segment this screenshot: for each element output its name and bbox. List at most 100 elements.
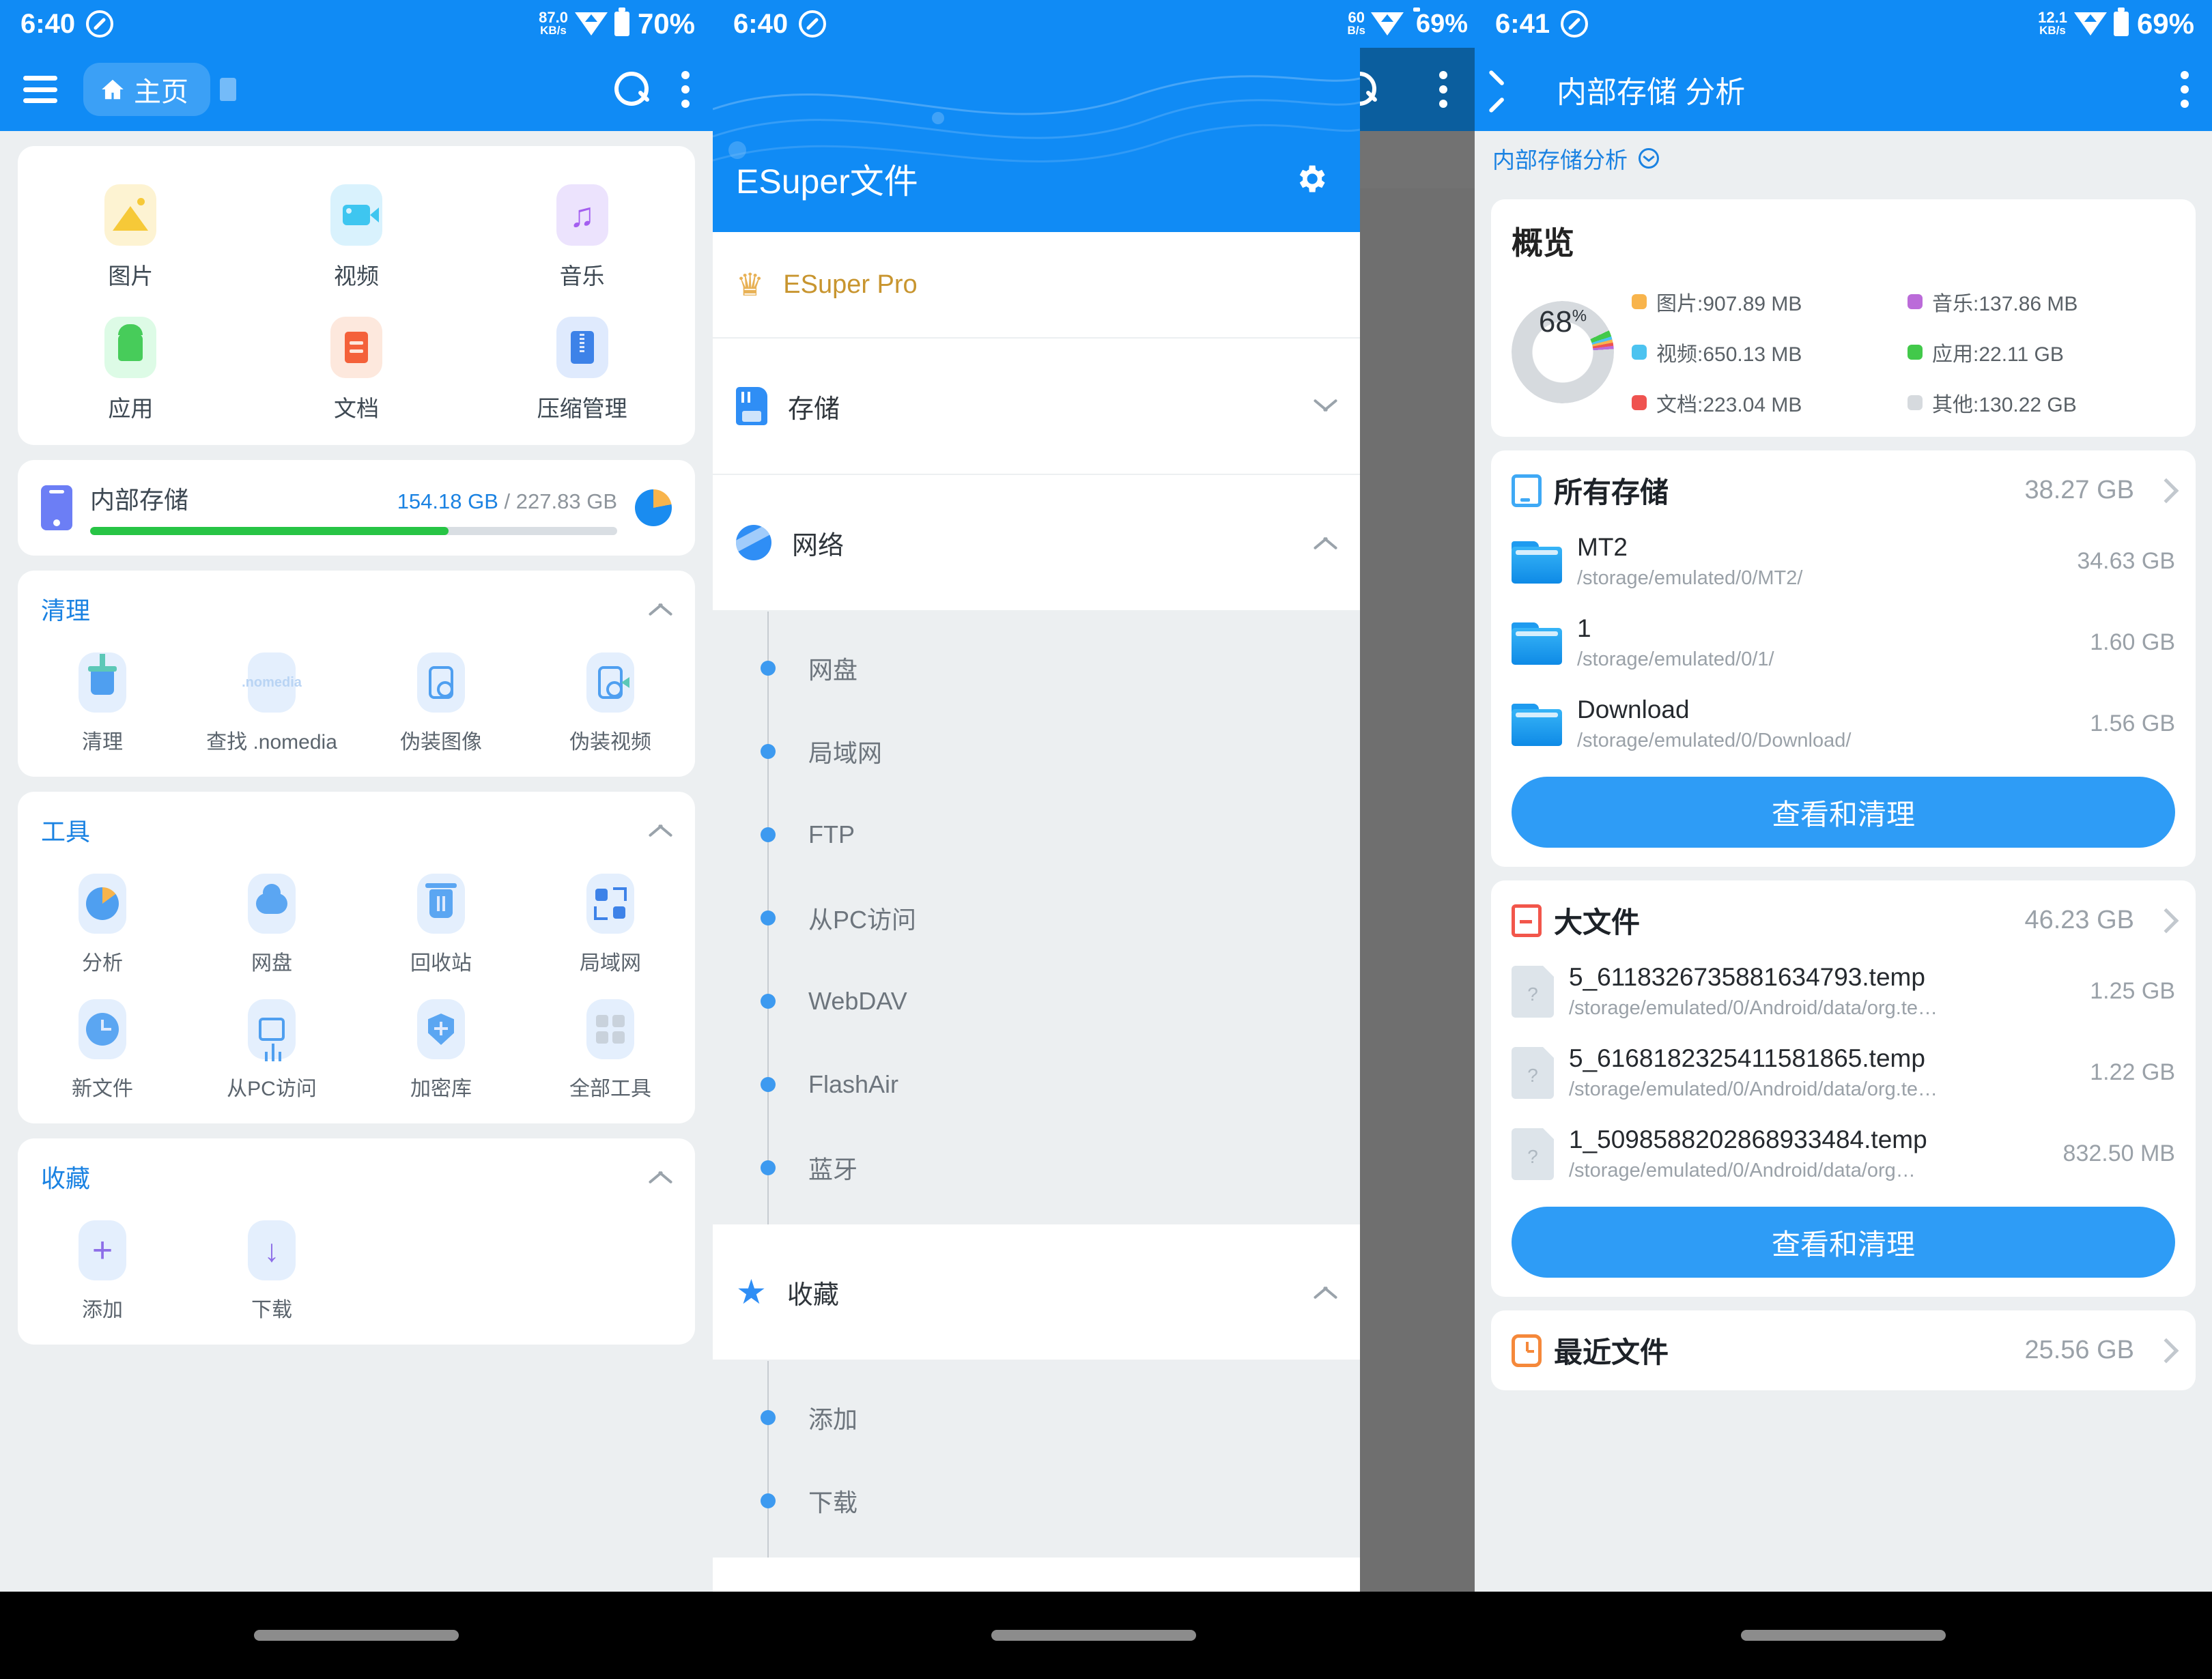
tool-new-files[interactable]: 新文件 — [18, 990, 187, 1108]
search-icon[interactable] — [614, 72, 650, 107]
tool-all-tools[interactable]: 全部工具 — [526, 990, 695, 1108]
table-row[interactable]: 1/storage/emulated/0/1/ 1.60 GB — [1512, 602, 2175, 683]
more-vert-icon[interactable] — [2181, 71, 2189, 108]
drawer-subitem-netdisk[interactable]: 网盘 — [713, 627, 1360, 710]
gear-icon[interactable] — [1293, 161, 1329, 197]
drawer-section-favorites[interactable]: ★ 收藏 — [713, 1224, 1360, 1361]
drawer-subitem-pc-access[interactable]: 从PC访问 — [713, 876, 1360, 960]
battery-percent: 69% — [1415, 9, 1468, 38]
clean-item-nomedia[interactable]: .nomedia 查找 .nomedia — [187, 643, 356, 762]
pie-chart-icon — [635, 489, 672, 526]
tool-label: 分析 — [82, 952, 123, 975]
drawer-subitem-ftp[interactable]: FTP — [713, 793, 1360, 876]
favorites-card-header[interactable]: 收藏 — [18, 1156, 695, 1194]
favorite-add[interactable]: + 添加 — [18, 1211, 187, 1330]
chevron-up-icon[interactable] — [649, 818, 672, 842]
clean-item-label: 伪装视频 — [569, 731, 651, 754]
battery-percent: 70% — [637, 8, 695, 40]
drawer-subitem-download[interactable]: 下载 — [713, 1459, 1360, 1542]
overview-legend: 图片:907.89 MB 音乐:137.86 MB 视频:650.13 MB 应… — [1632, 287, 2175, 418]
item-path: /storage/emulated/0/MT2/ — [1577, 567, 1803, 589]
chevron-up-icon[interactable] — [1314, 1280, 1337, 1304]
fake-image-icon — [417, 652, 465, 713]
drawer-subitem-lan[interactable]: 局域网 — [713, 710, 1360, 793]
tool-cloud[interactable]: 网盘 — [187, 864, 356, 983]
more-vert-icon[interactable] — [681, 71, 690, 108]
table-row[interactable]: 5_6118326735881634793.temp/storage/emula… — [1512, 951, 2175, 1032]
nav-gesture-pill[interactable] — [991, 1630, 1196, 1641]
tools-card-header[interactable]: 工具 — [18, 809, 695, 848]
category-pictures[interactable]: 图片 — [18, 175, 244, 298]
item-size: 1.22 GB — [2090, 1059, 2175, 1085]
panel-home: 6:40 87.0 KB/s 70% 主页 图片 视频 ♫ 音乐 应用 文档 压… — [0, 0, 713, 1679]
back-arrow-icon[interactable] — [1498, 76, 1521, 103]
tool-lan[interactable]: 局域网 — [526, 864, 695, 983]
nav-gesture-pill[interactable] — [1741, 1630, 1946, 1641]
item-size: 1.56 GB — [2090, 711, 2175, 736]
clean-item-fake-video[interactable]: 伪装视频 — [526, 643, 695, 762]
internal-storage-card[interactable]: 内部存储 154.18 GB / 227.83 GB — [18, 460, 695, 556]
tool-pc-access[interactable]: 从PC访问 — [187, 990, 356, 1108]
item-name: 1 — [1577, 614, 1591, 642]
drawer-subitem-bluetooth[interactable]: 蓝牙 — [713, 1126, 1360, 1209]
drawer-subitem-flashair[interactable]: FlashAir — [713, 1043, 1360, 1126]
drawer-section-network[interactable]: 网络 — [713, 475, 1360, 612]
table-row[interactable]: Download/storage/emulated/0/Download/ 1.… — [1512, 683, 2175, 764]
view-and-clean-button[interactable]: 查看和清理 — [1512, 777, 2175, 848]
category-music[interactable]: ♫ 音乐 — [469, 175, 695, 298]
drawer-subitem-add[interactable]: 添加 — [713, 1376, 1360, 1459]
large-files-size: 46.23 GB — [2024, 906, 2134, 934]
chevron-up-icon[interactable] — [1314, 531, 1337, 554]
analysis-scroll[interactable]: 概览 68% 图片:907.89 MB 音乐:137.86 MB 视频:650.… — [1475, 186, 2212, 1592]
tool-recycle-bin[interactable]: 回收站 — [356, 864, 526, 983]
category-videos[interactable]: 视频 — [244, 175, 470, 298]
category-archives[interactable]: 压缩管理 — [469, 307, 695, 430]
table-row[interactable]: 5_6168182325411581865.temp/storage/emula… — [1512, 1032, 2175, 1113]
drawer-subitem-webdav[interactable]: WebDAV — [713, 960, 1360, 1043]
screenshot-stage: 6:40 87.0 KB/s 70% 主页 图片 视频 ♫ 音乐 应用 文档 压… — [0, 0, 2212, 1679]
tool-label: 新文件 — [72, 1078, 133, 1100]
view-and-clean-button[interactable]: 查看和清理 — [1512, 1207, 2175, 1278]
favorite-download[interactable]: ↓ 下载 — [187, 1211, 356, 1330]
panel-storage-analysis: 6:41 12.1 KB/s 69% 内部存储 分析 内部存储分析 概览 68%… — [1475, 0, 2212, 1679]
hamburger-icon[interactable] — [23, 76, 57, 103]
drawer-section-storage[interactable]: 存储 — [713, 339, 1360, 475]
table-row[interactable]: 1_5098588202868933484.temp/storage/emula… — [1512, 1113, 2175, 1194]
chevron-up-icon[interactable] — [649, 597, 672, 620]
large-files-header[interactable]: 大文件 46.23 GB — [1512, 900, 2179, 941]
chevron-down-circle-icon[interactable] — [1639, 148, 1659, 169]
android-app-icon — [104, 317, 157, 378]
tool-vault[interactable]: 加密库 — [356, 990, 526, 1108]
more-vert-icon[interactable] — [1439, 71, 1447, 108]
all-storage-header[interactable]: 所有存储 38.27 GB — [1512, 470, 2179, 511]
panel-drawer: 68% 1 解析机器人 速度下载 Alarms — [713, 0, 1475, 1679]
category-documents[interactable]: 文档 — [244, 307, 470, 430]
clean-item-clean[interactable]: 清理 — [18, 643, 187, 762]
recent-files-header[interactable]: 最近文件 25.56 GB — [1512, 1330, 2179, 1371]
clean-item-fake-image[interactable]: 伪装图像 — [356, 643, 526, 762]
recent-files-card[interactable]: 最近文件 25.56 GB — [1491, 1310, 2196, 1390]
clean-card-header[interactable]: 清理 — [18, 588, 695, 627]
home-scroll[interactable]: 图片 视频 ♫ 音乐 应用 文档 压缩管理 内部存储 154.18 GB / 2… — [0, 131, 713, 1592]
chevron-right-icon[interactable] — [2153, 908, 2179, 933]
tool-label: 全部工具 — [569, 1078, 651, 1100]
chevron-right-icon[interactable] — [2153, 1338, 2179, 1363]
tool-analyze[interactable]: 分析 — [18, 864, 187, 983]
overview-title: 概览 — [1512, 225, 1574, 261]
table-row[interactable]: MT2/storage/emulated/0/MT2/ 34.63 GB — [1512, 521, 2175, 602]
tab-home[interactable]: 主页 — [83, 63, 210, 116]
chevron-down-icon[interactable] — [1314, 394, 1337, 418]
storage-separator: / — [504, 489, 511, 513]
chevron-right-icon[interactable] — [2153, 478, 2179, 503]
item-name: Download — [1577, 695, 1690, 723]
overview-card: 概览 68% 图片:907.89 MB 音乐:137.86 MB 视频:650.… — [1491, 199, 2196, 437]
storage-total: 227.83 GB — [515, 489, 617, 513]
chevron-up-icon[interactable] — [649, 1165, 672, 1188]
category-apps[interactable]: 应用 — [18, 307, 244, 430]
status-bar-1: 6:40 87.0 KB/s 70% — [0, 0, 713, 48]
drawer-item-pro[interactable]: ♛ ESuper Pro — [713, 232, 1360, 339]
nav-gesture-pill[interactable] — [254, 1630, 459, 1641]
breadcrumb[interactable]: 内部存储分析 — [1475, 131, 2212, 186]
star-icon: ★ — [736, 1273, 767, 1311]
unknown-file-icon — [1512, 1128, 1554, 1180]
